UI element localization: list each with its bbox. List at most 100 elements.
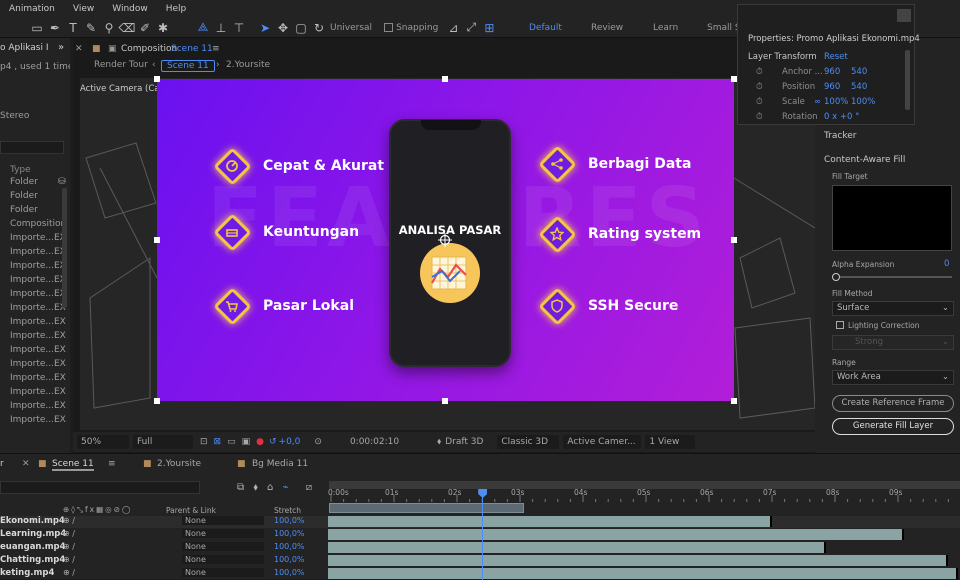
scale-x-value[interactable]: 100%	[824, 97, 848, 107]
draft-3d-icon[interactable]: ⬧	[253, 482, 258, 493]
layer-name[interactable]: keting.mp4	[0, 568, 54, 578]
layer-bar[interactable]	[328, 542, 826, 553]
selection-handle[interactable]	[442, 76, 448, 82]
position-stopwatch-icon[interactable]: ⏱	[756, 82, 763, 92]
rectangle-tool-icon[interactable]: ▭	[28, 20, 46, 36]
selection-handle[interactable]	[731, 237, 737, 243]
parent-dropdown[interactable]: None	[182, 542, 264, 551]
draft-3d-toggle[interactable]: Draft 3D	[441, 435, 487, 449]
table-row[interactable]: keting.mp4 ⊕ ∕ None 100,0%	[0, 568, 960, 580]
close-icon[interactable]: ✕	[75, 40, 83, 58]
rotate-tool-icon[interactable]: ▢	[292, 20, 310, 36]
stretch-value[interactable]: 100,0%	[274, 555, 305, 564]
guides-icon[interactable]: ▣	[242, 437, 251, 447]
snap-feather-icon[interactable]: ⤢	[462, 20, 480, 36]
scale-stopwatch-icon[interactable]: ⏱	[756, 97, 763, 107]
list-item[interactable]: Importe...EX	[10, 331, 66, 341]
work-area-range[interactable]	[329, 503, 524, 513]
anchor-x-value[interactable]: 960	[824, 67, 840, 77]
snap-edges-icon[interactable]: ⊿	[444, 20, 462, 36]
caf-title[interactable]: Content-Aware Fill	[824, 155, 905, 165]
list-item[interactable]: Importe...EX	[10, 387, 66, 397]
breadcrumb-back-icon[interactable]: ‹	[152, 60, 156, 70]
list-item[interactable]: Importe...EX	[10, 247, 66, 257]
list-item[interactable]: Importe...EX	[10, 275, 66, 285]
panel-menu-icon[interactable]: ≡	[212, 40, 220, 58]
eraser-tool-icon[interactable]: ⌫	[118, 20, 136, 36]
roto-brush-icon[interactable]: ✐	[136, 20, 154, 36]
region-of-interest-icon[interactable]: ⊡	[200, 437, 208, 447]
stretch-value[interactable]: 100,0%	[274, 568, 305, 577]
list-item[interactable]: Folder	[10, 177, 38, 187]
clone-stamp-icon[interactable]: ⚲	[100, 20, 118, 36]
parent-dropdown[interactable]: None	[182, 529, 264, 538]
create-reference-frame-button[interactable]: Create Reference Frame	[832, 395, 954, 412]
pen-tool-icon[interactable]: ✒	[46, 20, 64, 36]
generate-fill-layer-button[interactable]: Generate Fill Layer	[832, 418, 954, 435]
comp-flowchart-icon[interactable]: ⧉	[237, 482, 244, 493]
stretch-value[interactable]: 100,0%	[274, 542, 305, 551]
playhead[interactable]	[478, 489, 488, 580]
menu-animation[interactable]: Animation	[0, 4, 64, 14]
lock-icon[interactable]: ■	[92, 40, 101, 58]
position-y-value[interactable]: 540	[851, 82, 867, 92]
strength-dropdown[interactable]: Strong ⌄	[832, 335, 954, 350]
composition-panel-label[interactable]: Composition	[121, 40, 177, 58]
alpha-slider-handle[interactable]	[832, 273, 840, 281]
current-timecode[interactable]: 0:00:02:10	[346, 435, 403, 449]
axis-mode-icon[interactable]: ⟁	[194, 20, 212, 36]
mask-visibility-icon[interactable]: ▭	[227, 437, 236, 447]
parent-dropdown[interactable]: None	[182, 555, 264, 564]
menu-window[interactable]: Window	[103, 4, 157, 14]
universal-label[interactable]: Universal	[330, 23, 372, 33]
fill-method-dropdown[interactable]: Surface ⌄	[832, 301, 954, 316]
world-axis-icon[interactable]: ⊥	[212, 20, 230, 36]
list-item[interactable]: Importe...EX	[10, 345, 66, 355]
workspace-review[interactable]: Review	[591, 18, 623, 38]
brush-tool-icon[interactable]: ✎	[82, 20, 100, 36]
list-item[interactable]: Importe...EX	[10, 303, 66, 313]
tab-render-tour[interactable]: r	[0, 459, 4, 469]
layer-bar[interactable]	[328, 516, 772, 527]
layer-switches[interactable]: ⊕ ∕	[63, 529, 75, 538]
menu-view[interactable]: View	[64, 4, 103, 14]
breadcrumb-yoursite[interactable]: 2.Yoursite	[226, 60, 270, 70]
layer-switches[interactable]: ⊕ ∕	[63, 542, 75, 551]
properties-scrollbar[interactable]	[905, 50, 910, 110]
color-channels-icon[interactable]: ●	[256, 437, 264, 447]
resolution-dropdown[interactable]: Full	[133, 435, 193, 449]
tab-bg-media[interactable]: Bg Media 11	[252, 459, 308, 469]
layer-name[interactable]: euangan.mp4	[0, 542, 66, 552]
menu-help[interactable]: Help	[157, 4, 196, 14]
layer-bar[interactable]	[328, 568, 958, 579]
list-item[interactable]: Folder	[10, 191, 38, 201]
list-item[interactable]: Importe...EX	[10, 317, 66, 327]
project-title[interactable]: o Aplikasi I	[0, 43, 49, 53]
view-axis-icon[interactable]: ⊤	[230, 20, 248, 36]
list-item[interactable]: Importe...EX	[10, 261, 66, 271]
list-item[interactable]: Importe...EX	[10, 415, 66, 425]
puppet-pin-icon[interactable]: ✱	[154, 20, 172, 36]
tracker-header[interactable]: Tracker	[824, 131, 856, 141]
list-item[interactable]: Importe...EX	[10, 359, 66, 369]
snapping-checkbox[interactable]	[384, 23, 394, 32]
selection-handle[interactable]	[731, 398, 737, 404]
selection-handle[interactable]	[154, 237, 160, 243]
exposure-value[interactable]: +0,0	[279, 437, 301, 447]
selection-tool-icon[interactable]: ➤	[256, 20, 274, 36]
layer-switches[interactable]: ⊕ ∕	[63, 555, 75, 564]
timeline-search-input[interactable]	[0, 481, 200, 494]
table-row[interactable]: Ekonomi.mp4 ⊕ ∕ None 100,0%	[0, 516, 960, 528]
lighting-correction-checkbox[interactable]	[836, 321, 844, 329]
camera-tool-icon[interactable]: ↻	[310, 20, 328, 36]
list-item[interactable]: Importe...EX	[10, 289, 66, 299]
anchor-stopwatch-icon[interactable]: ⏱	[756, 67, 763, 77]
range-dropdown[interactable]: Work Area ⌄	[832, 370, 954, 385]
view-layout-dropdown[interactable]: 1 View	[645, 435, 696, 449]
project-scrollbar[interactable]	[62, 188, 67, 308]
scale-y-value[interactable]: 100%	[851, 97, 875, 107]
composition-name[interactable]: Scene 11	[171, 40, 213, 58]
snapshot-icon[interactable]: ⊙	[314, 437, 322, 447]
layer-switches[interactable]: ⊕ ∕	[63, 568, 75, 577]
stretch-value[interactable]: 100,0%	[274, 529, 305, 538]
